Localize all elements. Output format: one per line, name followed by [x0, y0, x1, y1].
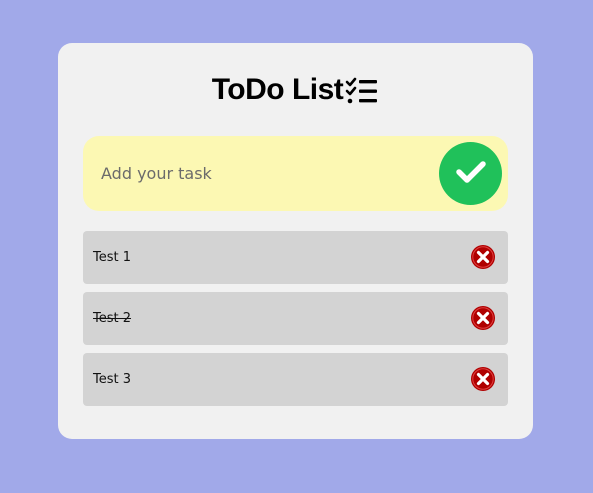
checkmark-icon: [455, 159, 487, 188]
task-label: Test 3: [93, 372, 132, 387]
add-task-button[interactable]: [439, 142, 502, 205]
close-circle-icon: [470, 367, 496, 395]
task-input[interactable]: [83, 136, 423, 211]
page-title: ToDo List: [58, 70, 533, 110]
todo-card: ToDo List Test 1: [58, 43, 533, 439]
title-text: ToDo List: [211, 73, 344, 106]
task-list: Test 1 Test 2 Test 3: [83, 231, 508, 414]
delete-task-button[interactable]: [470, 305, 496, 331]
list-item[interactable]: Test 3: [83, 353, 508, 406]
list-item[interactable]: Test 1: [83, 231, 508, 284]
checklist-icon: [345, 77, 379, 105]
task-input-row: [83, 136, 508, 211]
close-circle-icon: [470, 306, 496, 334]
task-label: Test 1: [93, 250, 132, 265]
delete-task-button[interactable]: [470, 366, 496, 392]
list-item[interactable]: Test 2: [83, 292, 508, 345]
task-label-completed: Test 2: [93, 311, 132, 326]
close-circle-icon: [470, 245, 496, 273]
delete-task-button[interactable]: [470, 244, 496, 270]
